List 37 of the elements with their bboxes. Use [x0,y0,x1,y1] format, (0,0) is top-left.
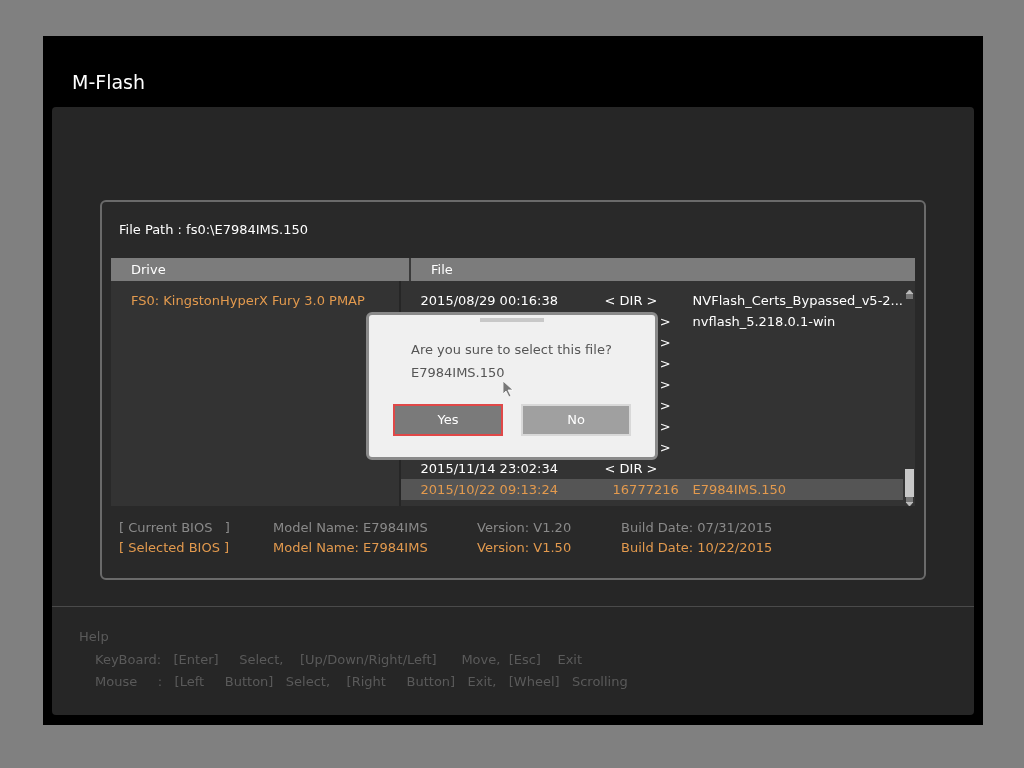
file-size: > [659,438,671,457]
scroll-down-icon[interactable] [904,497,914,506]
column-header: Drive [131,260,166,279]
file-size: 16777216 [611,480,679,499]
file-name: NVFlash_Certs_Bypassed_v5-2... [692,291,903,310]
dialog-button[interactable]: Yes [393,404,503,436]
file-size: > [659,312,671,331]
file-date: 2015/10/22 09:13:24 [420,481,558,497]
file-size: > [659,396,671,415]
bios-label: [ Selected BIOS ] [119,539,231,555]
dialog-filename: E7984IMS.150 [411,363,506,382]
window-title: M-Flash [72,70,146,96]
build-date: Build Date: 07/31/2015 [621,519,773,535]
file-date: 2015/11/14 23:02:34 [420,460,558,476]
file-name: nvflash_5.218.0.1-win [692,312,836,331]
file-name: E7984IMS.150 [692,480,787,499]
build-date: Build Date: 10/22/2015 [621,539,773,555]
mouse-cursor-icon [503,381,514,398]
scrollbar[interactable] [903,290,915,506]
drag-handle-icon[interactable] [480,318,544,322]
file-row[interactable]: 2015/08/29 00:16:38 < DIR > NVFlash_Certs_Bypassed_v5-2... [400,290,903,311]
file-size: < DIR > [604,459,658,478]
version: Version: V1.20 [477,519,573,535]
file-size: > [659,375,671,394]
scroll-up-icon[interactable] [904,290,914,299]
model-name: Model Name: E7984IMS [273,539,429,555]
bios-label: [ Current BIOS ] [119,519,231,535]
drive-item[interactable]: FS0: KingstonHyperX Fury 3.0 PMAP [131,291,399,311]
file-size: < DIR > [604,291,658,310]
dialog-message: Are you sure to select this file? [411,341,612,359]
scroll-thumb[interactable] [904,469,914,497]
file-path: File Path : fs0:\E7984IMS.150 [119,221,308,240]
file-date: 2015/08/29 00:16:38 [420,292,558,308]
file-row[interactable]: 2015/11/14 23:02:34 < DIR > [400,458,903,479]
column-header: File [431,260,453,279]
version: Version: V1.50 [477,539,573,555]
model-name: Model Name: E7984IMS [273,519,429,535]
